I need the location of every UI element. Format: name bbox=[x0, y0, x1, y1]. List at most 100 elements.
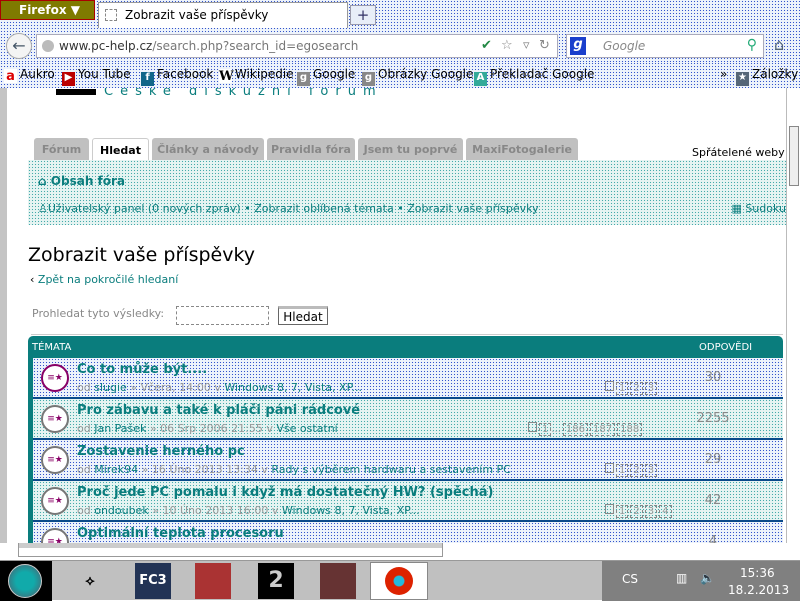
bookmarks-overflow-button[interactable]: » bbox=[720, 67, 727, 81]
topic-pagination: 123 bbox=[603, 381, 658, 395]
taskbar-app-fc3[interactable]: FC3 bbox=[135, 563, 171, 599]
sudoku-link[interactable]: ▦ Sudoku bbox=[731, 202, 786, 215]
page-link[interactable]: 3 bbox=[644, 505, 658, 518]
page-link[interactable]: 4 bbox=[659, 505, 672, 518]
tab-clanky[interactable]: Články a návody bbox=[152, 138, 264, 160]
reload-icon[interactable]: ↻ bbox=[539, 38, 550, 53]
bookmark-aukro[interactable]: a Aukro bbox=[4, 67, 55, 84]
bookmark-label: Obrázky Google bbox=[378, 67, 474, 81]
language-indicator[interactable]: CS bbox=[622, 572, 638, 586]
network-icon[interactable]: ▥ bbox=[676, 571, 687, 585]
pages-icon bbox=[528, 422, 537, 432]
page-link[interactable]: 1 bbox=[539, 423, 552, 436]
bookmark-star-icon[interactable]: ☆ bbox=[501, 38, 513, 53]
page-link[interactable]: 2 bbox=[630, 464, 643, 477]
taskbar-app-hitman[interactable] bbox=[320, 563, 356, 599]
url-bar[interactable]: www.pc-help.cz/search.php?search_id=egos… bbox=[36, 34, 558, 58]
site-logo[interactable]: České diskuzní fórum bbox=[56, 88, 383, 98]
friends-sites[interactable]: Spřátelené weby bbox=[692, 146, 785, 159]
bookmark-prekladac-google[interactable]: A Překladač Google bbox=[474, 67, 594, 86]
bookmark-obrazky-google[interactable]: g Obrázky Google bbox=[362, 67, 473, 86]
forum-index-link[interactable]: ⌂ Obsah fóra bbox=[38, 174, 125, 188]
volume-icon[interactable]: 🔈 bbox=[700, 571, 715, 585]
topic-date: 06 Srp 2006 21:55 bbox=[160, 422, 263, 435]
browser-tab[interactable]: Zobrazit vaše příspěvky bbox=[98, 2, 348, 28]
pages-icon bbox=[605, 504, 614, 514]
topic-pagination: 1... 186 187 188 bbox=[526, 422, 643, 436]
back-to-advanced-search-link[interactable]: ‹ Zpět na pokročilé hledaní bbox=[30, 273, 178, 286]
topic-title-link[interactable]: Pro zábavu a také k pláči páni rádcové bbox=[77, 403, 360, 418]
topic-forum-link[interactable]: Windows 8, 7, Vista, XP... bbox=[224, 381, 362, 394]
tab-hledat[interactable]: Hledat bbox=[92, 138, 149, 160]
page-link[interactable]: 1 bbox=[616, 464, 629, 477]
page-link[interactable]: 1 bbox=[616, 382, 629, 395]
topic-icon: ≡★ bbox=[41, 528, 69, 543]
topic-author-link[interactable]: ondoubek bbox=[94, 504, 149, 517]
bookmark-youtube[interactable]: ▶ You Tube bbox=[62, 67, 131, 86]
topic-meta: od ondoubek » 10 Úno 2013 16:00 v Window… bbox=[77, 504, 420, 517]
new-tab-button[interactable]: + bbox=[350, 5, 376, 25]
back-button[interactable]: ← bbox=[6, 33, 32, 59]
taskbar-app-firefox[interactable] bbox=[370, 562, 428, 600]
taskbar: ⟡ FC3 2 CS ▥ 🔈 15:36 18.2.2013 bbox=[0, 560, 800, 601]
page-link[interactable]: 187 bbox=[590, 423, 616, 436]
taskbar-app-skyrim[interactable]: ⟡ bbox=[72, 563, 108, 599]
start-button[interactable] bbox=[0, 561, 52, 601]
topic-title-link[interactable]: Zostavenie herného pc bbox=[77, 444, 245, 459]
home-icon[interactable]: ⌂ bbox=[774, 35, 784, 54]
page-link[interactable]: 2 bbox=[630, 382, 643, 395]
page-link[interactable]: 1 bbox=[616, 505, 629, 518]
bookmark-facebook[interactable]: f Facebook bbox=[141, 67, 213, 86]
search-icon[interactable]: ⚲ bbox=[747, 37, 757, 53]
table-row: ≡★ Co to může být.... od slugie » Včera, 1… bbox=[33, 358, 783, 399]
taskbar-app-crysis2[interactable]: 2 bbox=[258, 563, 294, 599]
search-results-button[interactable]: Hledat bbox=[278, 306, 328, 325]
topic-title-link[interactable]: Co to může být.... bbox=[77, 362, 207, 377]
page-link[interactable]: 188 bbox=[617, 423, 643, 436]
pages-icon bbox=[605, 463, 614, 473]
vertical-scrollbar[interactable] bbox=[786, 88, 800, 543]
bookmark-google[interactable]: g Google bbox=[297, 67, 355, 86]
firefox-menu-button[interactable]: Firefox ▼ bbox=[0, 0, 95, 20]
search-results-input[interactable] bbox=[176, 306, 269, 325]
topic-forum-link[interactable]: Rady s výběrem hardwaru a sestavením PC bbox=[271, 463, 511, 476]
tab-pravidla[interactable]: Pravidla fóra bbox=[267, 138, 355, 160]
col-replies: ODPOVĚDI bbox=[699, 342, 753, 353]
tab-jsem-tu-poprve[interactable]: Jsem tu poprvé bbox=[358, 138, 463, 160]
bookmarks-folder[interactable]: ★ Záložky bbox=[736, 67, 798, 86]
clock-date[interactable]: 18.2.2013 bbox=[728, 583, 789, 597]
search-bar[interactable]: g Google ⚲ bbox=[566, 34, 764, 58]
grid-icon: ▦ bbox=[731, 202, 746, 215]
scrollbar-thumb[interactable] bbox=[19, 543, 442, 548]
bookmarks-toolbar: a Aukro ▶ You Tube f Facebook WWikipedie gG… bbox=[0, 62, 800, 88]
topic-title-link[interactable]: Optimální teplota procesoru bbox=[77, 526, 284, 541]
skyrim-icon: ⟡ bbox=[85, 573, 95, 589]
taskbar-app-game[interactable] bbox=[195, 563, 231, 599]
topic-author-link[interactable]: Mirek94 bbox=[94, 463, 138, 476]
topics-table: TÉMATA ODPOVĚDI ≡★ Co to může být.... od sl… bbox=[28, 336, 783, 543]
user-links[interactable]: ♙Uživatelský panel (0 nových zpráv) • Zo… bbox=[38, 202, 539, 215]
facebook-icon: f bbox=[141, 72, 154, 86]
user-links-text: Uživatelský panel (0 nových zpráv) • Zob… bbox=[47, 202, 539, 215]
table-row: ≡★ Zostavenie herného pc od Mirek94 » 16 Ú… bbox=[33, 440, 783, 481]
google-icon[interactable]: g bbox=[570, 37, 586, 55]
page-link[interactable]: 2 bbox=[630, 505, 643, 518]
topic-author-link[interactable]: Jan Pašek bbox=[94, 422, 146, 435]
tab-maxifotogalerie[interactable]: MaxiFotogalerie bbox=[466, 138, 578, 160]
topic-forum-link[interactable]: Vše ostatní bbox=[276, 422, 337, 435]
dropdown-icon[interactable]: ▿ bbox=[523, 38, 530, 53]
bookmark-wikipedie[interactable]: WWikipedie bbox=[219, 67, 294, 84]
page-link[interactable]: 3 bbox=[644, 464, 658, 477]
topic-title-link[interactable]: Proč jede PC pomalu i když má dostatečný… bbox=[77, 485, 493, 500]
check-icon[interactable]: ✔ bbox=[481, 38, 492, 53]
tab-forum[interactable]: Fórum bbox=[34, 138, 89, 160]
bookmark-label: Aukro bbox=[20, 67, 55, 81]
scrollbar-thumb[interactable] bbox=[789, 126, 799, 186]
page-link[interactable]: 3 bbox=[644, 382, 658, 395]
topic-forum-link[interactable]: Windows 8, 7, Vista, XP... bbox=[282, 504, 420, 517]
page-link[interactable]: 186 bbox=[562, 423, 589, 436]
topic-replies: 42 bbox=[704, 493, 722, 508]
horizontal-scrollbar[interactable] bbox=[18, 543, 443, 557]
topic-author-link[interactable]: slugie bbox=[94, 381, 127, 394]
clock-time[interactable]: 15:36 bbox=[740, 566, 775, 580]
